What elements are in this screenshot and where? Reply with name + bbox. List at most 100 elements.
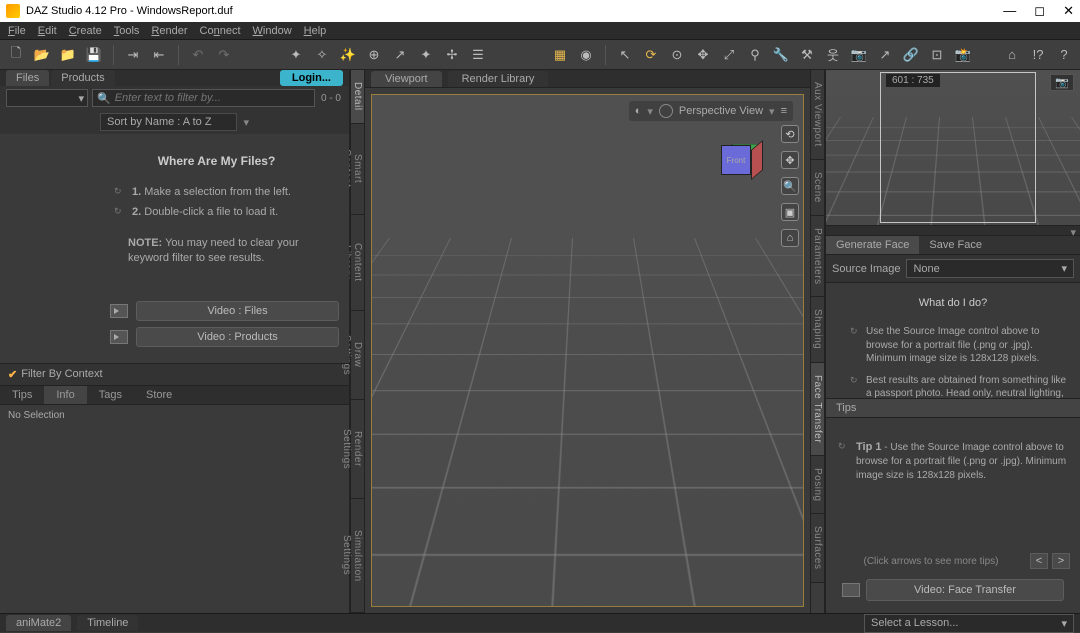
camera-view-icon[interactable] xyxy=(659,104,673,118)
tab-tips[interactable]: Tips xyxy=(0,386,44,404)
wand-icon[interactable]: ✧ xyxy=(312,45,332,65)
search-field[interactable] xyxy=(115,92,310,104)
menu-help[interactable]: Help xyxy=(300,23,331,39)
vtab-scene[interactable]: Scene xyxy=(811,160,824,216)
merge-icon[interactable]: 📁 xyxy=(58,45,78,65)
vtab-simulation-settings[interactable]: Simulation Settings xyxy=(351,499,364,613)
grid-icon[interactable]: ▦ xyxy=(550,45,570,65)
menu-render[interactable]: Render xyxy=(147,23,191,39)
viewport-options-icon[interactable]: ≡ xyxy=(781,105,787,117)
vtab-surfaces[interactable]: Surfaces xyxy=(811,514,824,582)
snapshot-icon[interactable]: 📸 xyxy=(953,45,973,65)
open-icon[interactable]: 📂 xyxy=(32,45,52,65)
export-icon[interactable]: ⇤ xyxy=(149,45,169,65)
view-cube[interactable]: Front xyxy=(721,135,763,177)
new-icon[interactable]: 🗋 xyxy=(6,45,26,65)
tab-tags[interactable]: Tags xyxy=(87,386,134,404)
add-figure-icon[interactable]: ✦ xyxy=(286,45,306,65)
tab-generate-face[interactable]: Generate Face xyxy=(826,236,919,254)
list-icon[interactable]: ☰ xyxy=(468,45,488,65)
tab-timeline[interactable]: Timeline xyxy=(77,615,138,631)
tab-save-face[interactable]: Save Face xyxy=(919,236,992,254)
aux-coordinates: 601 : 735 xyxy=(886,74,940,87)
sparkle-icon[interactable]: ✨ xyxy=(338,45,358,65)
scale-icon[interactable]: ⤢ xyxy=(719,45,739,65)
vtab-content-library[interactable]: Content Library xyxy=(351,215,364,311)
tip-next-button[interactable]: > xyxy=(1052,553,1070,569)
vtab-parameters[interactable]: Parameters xyxy=(811,216,824,298)
vtab-shaping[interactable]: Shaping xyxy=(811,297,824,362)
aux-viewport[interactable]: 601 : 735 📷 xyxy=(826,70,1080,226)
star-icon[interactable]: ✦ xyxy=(416,45,436,65)
pointer-icon[interactable]: ↖ xyxy=(615,45,635,65)
about-icon[interactable]: ? xyxy=(1054,45,1074,65)
login-button[interactable]: Login... xyxy=(280,70,343,86)
what-do-heading: What do I do? xyxy=(836,297,1070,309)
undo-icon[interactable]: ↶ xyxy=(188,45,208,65)
aux-camera-icon[interactable]: 📷 xyxy=(1050,74,1074,91)
pan-camera-icon[interactable]: ✥ xyxy=(781,151,799,169)
menu-create[interactable]: Create xyxy=(65,23,106,39)
vtab-face-transfer[interactable]: Face Transfer xyxy=(811,363,824,456)
import-icon[interactable]: ⇥ xyxy=(123,45,143,65)
viewport-3d[interactable]: ◐ ▾ Perspective View ▾ ≡ Front ⟲ ✥ 🔍 ▣ ⌂ xyxy=(371,94,804,607)
lesson-select[interactable]: Select a Lesson...▾ xyxy=(864,614,1074,633)
sphere-icon[interactable]: ◉ xyxy=(576,45,596,65)
video-products-button[interactable]: Video : Products xyxy=(136,327,339,347)
menu-connect[interactable]: Connect xyxy=(196,23,245,39)
cursor2-icon[interactable]: ↗ xyxy=(875,45,895,65)
filter-dropdown[interactable]: ▾ xyxy=(6,89,88,107)
frame-icon[interactable]: ▣ xyxy=(781,203,799,221)
rocket-icon[interactable]: ↗ xyxy=(390,45,410,65)
pin-icon[interactable]: ⚲ xyxy=(745,45,765,65)
video-files-button[interactable]: Video : Files xyxy=(136,301,339,321)
plus-icon[interactable]: ✢ xyxy=(442,45,462,65)
vtab-smart-content[interactable]: Smart Content xyxy=(351,124,364,215)
tab-store[interactable]: Store xyxy=(134,386,184,404)
minimize-button[interactable]: — xyxy=(1003,3,1016,19)
menu-file[interactable]: File xyxy=(4,23,30,39)
tab-render-library[interactable]: Render Library xyxy=(448,71,549,87)
vtab-aux-viewport[interactable]: Aux Viewport xyxy=(811,70,824,160)
menu-edit[interactable]: Edit xyxy=(34,23,61,39)
vtab-posing[interactable]: Posing xyxy=(811,456,824,515)
menu-window[interactable]: Window xyxy=(249,23,296,39)
filter-by-context[interactable]: ✔Filter By Context xyxy=(8,368,341,381)
zoom-camera-icon[interactable]: 🔍 xyxy=(781,177,799,195)
vtab-draw-settings[interactable]: Draw Settings xyxy=(351,311,364,400)
tab-files[interactable]: Files xyxy=(6,70,49,86)
camera2-icon[interactable]: ⊡ xyxy=(927,45,947,65)
vtab-render-settings[interactable]: Render Settings xyxy=(351,400,364,499)
perspective-label[interactable]: Perspective View xyxy=(679,105,763,117)
tab-products[interactable]: Products xyxy=(51,70,114,86)
move-icon[interactable]: ✥ xyxy=(693,45,713,65)
tip-prev-button[interactable]: < xyxy=(1030,553,1048,569)
tab-viewport[interactable]: Viewport xyxy=(371,71,442,87)
help-icon[interactable]: !? xyxy=(1028,45,1048,65)
redo-icon[interactable]: ↷ xyxy=(214,45,234,65)
tab-animate[interactable]: aniMate2 xyxy=(6,615,71,631)
globe-icon[interactable]: ⊕ xyxy=(364,45,384,65)
reset-camera-icon[interactable]: ⌂ xyxy=(781,229,799,247)
close-button[interactable]: ✕ xyxy=(1063,3,1074,19)
hammer-icon[interactable]: ⚒ xyxy=(797,45,817,65)
sort-label[interactable]: Sort by Name : A to Z xyxy=(100,113,237,131)
vtab-detail[interactable]: Detail xyxy=(351,70,364,124)
search-input[interactable]: 🔍 xyxy=(92,89,315,107)
headlamp-icon[interactable]: ◐ xyxy=(635,105,642,117)
instruction-1: Use the Source Image control above to br… xyxy=(850,321,1070,370)
source-image-select[interactable]: None▾ xyxy=(906,259,1074,278)
home-icon[interactable]: ⌂ xyxy=(1002,45,1022,65)
save-icon[interactable]: 💾 xyxy=(84,45,104,65)
wrench-icon[interactable]: 🔧 xyxy=(771,45,791,65)
person-icon[interactable]: 웃 xyxy=(823,45,843,65)
tab-info[interactable]: Info xyxy=(44,386,86,404)
orbit-icon[interactable]: ⊙ xyxy=(667,45,687,65)
orbit-camera-icon[interactable]: ⟲ xyxy=(781,125,799,143)
rotate-tool-icon[interactable]: ⟳ xyxy=(641,45,661,65)
camera-icon[interactable]: 📷 xyxy=(849,45,869,65)
link-icon[interactable]: 🔗 xyxy=(901,45,921,65)
menu-tools[interactable]: Tools xyxy=(110,23,144,39)
video-face-transfer-button[interactable]: Video: Face Transfer xyxy=(866,579,1064,601)
maximize-button[interactable]: ◻ xyxy=(1034,3,1045,19)
